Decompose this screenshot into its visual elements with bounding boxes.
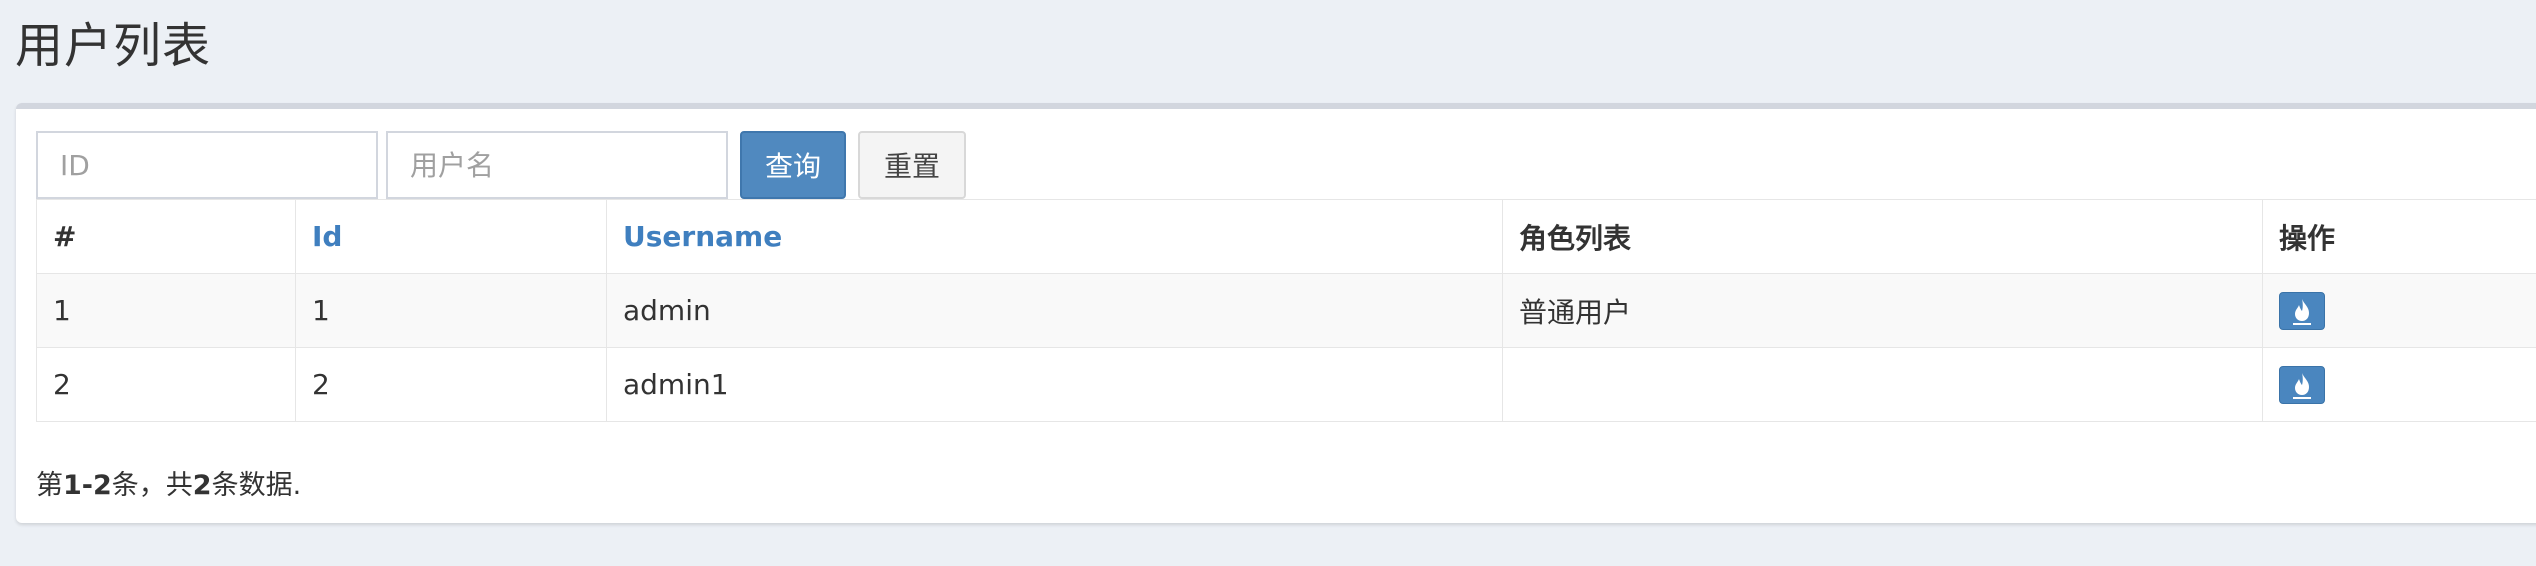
summary-range: 1-2 — [63, 470, 112, 501]
fire-icon — [2293, 298, 2311, 325]
table-row: 2 2 admin1 — [36, 347, 2536, 422]
column-header-id[interactable]: Id — [295, 199, 607, 274]
page-title: 用户列表 — [15, 18, 212, 74]
table-header-row: # Id Username 角色列表 操作 — [36, 199, 2536, 274]
row-action-button[interactable] — [2279, 365, 2325, 404]
pagination-summary: 第1-2条，共2条数据. — [36, 463, 301, 502]
id-search-input[interactable] — [36, 131, 378, 199]
username-search-input[interactable] — [386, 131, 728, 199]
cell-index: 2 — [36, 347, 296, 422]
cell-index: 1 — [36, 273, 296, 348]
summary-suffix: 条数据. — [211, 470, 302, 501]
summary-prefix: 第 — [36, 470, 63, 501]
summary-total: 2 — [192, 470, 212, 501]
column-header-index: # — [36, 199, 296, 274]
cell-actions — [2262, 273, 2536, 348]
fire-icon — [2293, 372, 2311, 399]
column-header-roles: 角色列表 — [1502, 199, 2263, 274]
cell-roles — [1502, 347, 2263, 422]
row-action-button[interactable] — [2279, 291, 2325, 330]
column-header-actions: 操作 — [2262, 199, 2536, 274]
cell-id: 2 — [295, 347, 607, 422]
user-table: # Id Username 角色列表 操作 1 1 admin 普通用户 2 2… — [36, 199, 2536, 422]
query-button[interactable]: 查询 — [740, 131, 846, 199]
cell-username: admin1 — [606, 347, 1503, 422]
cell-username: admin — [606, 273, 1503, 348]
table-row: 1 1 admin 普通用户 — [36, 273, 2536, 348]
reset-button[interactable]: 重置 — [858, 131, 966, 199]
cell-id: 1 — [295, 273, 607, 348]
cell-roles: 普通用户 — [1502, 273, 2263, 348]
cell-actions — [2262, 347, 2536, 422]
column-header-username[interactable]: Username — [606, 199, 1503, 274]
user-list-box: 查询 重置 # Id Username 角色列表 操作 1 1 admin — [16, 103, 2536, 523]
summary-middle: 条，共 — [111, 470, 193, 501]
